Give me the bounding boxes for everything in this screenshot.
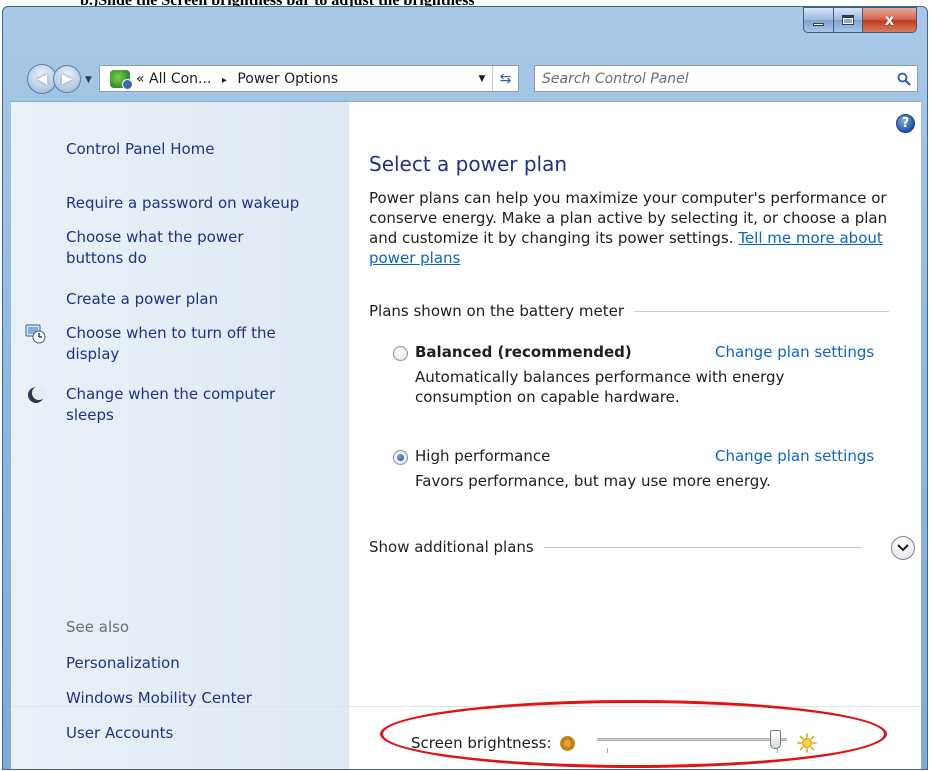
expand-plans-button[interactable]	[891, 536, 915, 560]
close-button[interactable]: x	[862, 7, 917, 33]
radio-balanced[interactable]	[393, 346, 408, 361]
search-input[interactable]	[535, 66, 891, 91]
close-icon: x	[884, 11, 895, 29]
breadcrumb: « All Con... ▸ Power Options	[136, 71, 472, 87]
plan-name-balanced[interactable]: Balanced (recommended)	[415, 343, 632, 361]
forward-button[interactable]: ▶	[53, 65, 81, 93]
left-navigation-pane: Control Panel Home Require a password on…	[11, 102, 349, 769]
main-pane: ? Select a power plan Power plans can he…	[350, 102, 921, 769]
forward-arrow-icon: ▶	[61, 71, 73, 87]
page-title: Select a power plan	[369, 152, 568, 176]
breadcrumb-separator[interactable]: ▸	[222, 75, 227, 86]
sidebar-item-require-password[interactable]: Require a password on wakeup	[66, 193, 299, 214]
additional-plans-divider	[543, 546, 862, 548]
minimize-button[interactable]	[803, 7, 833, 33]
highlight-oval-annotation	[380, 700, 887, 768]
address-dropdown-icon[interactable]: ▼	[472, 74, 492, 84]
change-plan-settings-high-performance[interactable]: Change plan settings	[715, 447, 874, 465]
maximize-icon	[842, 15, 854, 25]
control-panel-window: x ◀ ▶ ▼ « All Con... ▸ Power Options ▼ ⇆…	[2, 6, 928, 770]
breadcrumb-chevron[interactable]: «	[136, 71, 145, 87]
breadcrumb-power-options[interactable]: Power Options	[237, 71, 338, 87]
sidebar-item-turn-off-display[interactable]: Choose when to turn off the display	[66, 323, 276, 365]
see-also-personalization[interactable]: Personalization	[66, 653, 180, 674]
sidebar-control-panel-home[interactable]: Control Panel Home	[66, 139, 215, 160]
search-icon[interactable]	[891, 66, 917, 91]
control-panel-icon	[110, 69, 133, 90]
additional-plans-section: Show additional plans	[369, 538, 862, 556]
refresh-icon[interactable]: ⇆	[492, 66, 518, 91]
recent-pages-dropdown[interactable]: ▼	[85, 75, 92, 85]
section-label: Plans shown on the battery meter	[369, 302, 625, 320]
search-box[interactable]	[534, 65, 918, 92]
page-description: Power plans can help you maximize your c…	[369, 188, 914, 268]
battery-meter-section: Plans shown on the battery meter	[369, 302, 890, 320]
show-additional-plans-label[interactable]: Show additional plans	[369, 538, 534, 556]
content-area: Control Panel Home Require a password on…	[11, 101, 921, 769]
sidebar-item-power-buttons[interactable]: Choose what the power buttons do	[66, 227, 244, 269]
back-arrow-icon: ◀	[36, 71, 48, 87]
minimize-icon	[813, 22, 824, 26]
moon-sleep-icon	[25, 384, 47, 406]
plan-description-balanced: Automatically balances performance with …	[415, 368, 785, 406]
window-caption-buttons: x	[803, 7, 917, 35]
breadcrumb-all-control-panel[interactable]: All Con...	[149, 71, 211, 87]
plan-description-high-performance: Favors performance, but may use more ene…	[415, 472, 771, 490]
plan-name-high-performance[interactable]: High performance	[415, 447, 550, 465]
see-also-heading: See also	[66, 618, 130, 636]
sidebar-item-create-plan[interactable]: Create a power plan	[66, 289, 218, 310]
help-icon[interactable]: ?	[896, 114, 915, 133]
address-bar[interactable]: « All Con... ▸ Power Options ▼ ⇆	[99, 65, 519, 92]
radio-high-performance[interactable]	[393, 450, 408, 465]
chevron-down-icon	[897, 544, 909, 552]
section-divider	[634, 310, 890, 312]
sidebar-item-computer-sleeps[interactable]: Change when the computer sleeps	[66, 384, 275, 426]
change-plan-settings-balanced[interactable]: Change plan settings	[715, 343, 874, 361]
navigation-bar: ◀ ▶ ▼ « All Con... ▸ Power Options ▼ ⇆	[3, 55, 927, 95]
display-clock-icon	[25, 323, 47, 345]
maximize-button[interactable]	[833, 7, 862, 33]
